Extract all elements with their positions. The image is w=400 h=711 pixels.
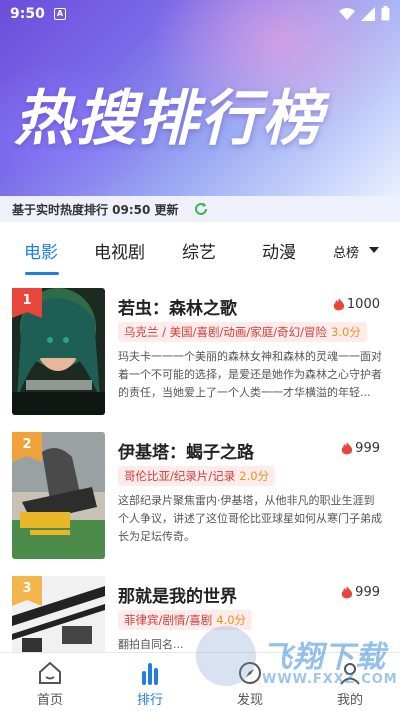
active-tab-indicator <box>25 272 59 275</box>
item-description: 翻拍自同名... <box>118 638 184 651</box>
flame-icon <box>341 585 353 598</box>
hero-title: 热搜排行榜 <box>14 84 324 154</box>
heat-count: 1000 <box>333 297 380 312</box>
heat-value: 1000 <box>346 297 380 312</box>
item-title[interactable]: 若虫：森林之歌 <box>118 294 237 319</box>
tags-text: 乌克兰 / 美国/喜剧/动画/家庭/奇幻/冒险 <box>124 325 328 339</box>
nav-profile[interactable]: 我的 <box>300 653 400 711</box>
compass-icon <box>239 662 261 684</box>
score: 3.0分 <box>331 325 361 339</box>
nav-home-label: 首页 <box>36 693 63 708</box>
category-tabs: 电影 电视剧 综艺 动漫 总榜 <box>0 222 400 275</box>
item-description: 这部纪录片聚焦雷内·伊基塔，从他非凡的职业生涯到个人争议，讲述了这位哥伦比亚球星… <box>118 494 382 543</box>
tab-movie[interactable]: 电影 <box>24 238 58 263</box>
wifi-icon <box>339 7 355 20</box>
item-title[interactable]: 伊基塔：蝎子之路 <box>118 438 254 463</box>
tags-text: 哥伦比亚/纪录片/记录 <box>124 469 236 483</box>
status-bar: 9:50 A <box>0 0 400 28</box>
status-time: 9:50 <box>10 6 45 22</box>
tags-badge: 乌克兰 / 美国/喜剧/动画/家庭/奇幻/冒险 3.0分 <box>118 322 367 342</box>
nav-ranking[interactable]: 排行 <box>100 653 200 711</box>
tags-badge: 菲律宾/剧情/喜剧 4.0分 <box>118 610 253 630</box>
tags-badge: 哥伦比亚/纪录片/记录 2.0分 <box>118 466 276 486</box>
signal-icon <box>361 6 375 21</box>
list-item[interactable]: 2 伊基塔：蝎子之路 999 哥伦比亚/纪录片/记录 2.0分 这部纪录片聚焦雷内… <box>0 432 400 572</box>
heat-count: 999 <box>341 441 380 456</box>
item-description: 玛夫卡一一一个美丽的森林女神和森林的灵魂一一面对着一个不可能的选择，是爱还是她作… <box>118 350 382 399</box>
caret-down-icon[interactable] <box>369 247 379 253</box>
heat-count: 999 <box>341 585 380 600</box>
nav-home[interactable]: 首页 <box>0 653 100 711</box>
tab-variety[interactable]: 综艺 <box>182 238 216 263</box>
bottom-nav: 首页 排行 发现 我的 <box>0 652 400 711</box>
list-item[interactable]: 3 那就是我的世界 999 菲律宾/剧情/喜剧 4.0分 翻拍自同名... <box>0 576 400 652</box>
ranking-sheet: 电影 电视剧 综艺 动漫 总榜 1 若虫：森林之歌 1000 乌克兰 / 美国/… <box>0 222 400 652</box>
heat-value: 999 <box>355 441 380 456</box>
score: 2.0分 <box>239 469 270 483</box>
home-icon <box>39 661 61 684</box>
hero-banner: 9:50 A 热搜排行榜 <box>0 0 400 196</box>
flame-icon <box>341 441 353 454</box>
flame-icon <box>333 297 345 310</box>
update-bar: 基于实时热度排行 09:50 更新 <box>0 196 400 222</box>
score: 4.0分 <box>216 613 247 627</box>
nav-discover[interactable]: 发现 <box>200 653 300 711</box>
nav-profile-label: 我的 <box>336 693 363 708</box>
nav-discover-label: 发现 <box>236 693 263 708</box>
battery-icon <box>381 6 390 21</box>
heat-value: 999 <box>355 585 380 600</box>
status-icons <box>339 6 390 21</box>
nav-ranking-label: 排行 <box>136 693 163 708</box>
notification-a-icon: A <box>54 8 66 20</box>
user-icon <box>340 663 360 685</box>
tags-text: 菲律宾/剧情/喜剧 <box>124 613 213 627</box>
total-dropdown[interactable]: 总榜 <box>333 242 359 261</box>
refresh-icon[interactable] <box>194 202 208 216</box>
list-item[interactable]: 1 若虫：森林之歌 1000 乌克兰 / 美国/喜剧/动画/家庭/奇幻/冒险 3.… <box>0 288 400 428</box>
tab-anime[interactable]: 动漫 <box>262 238 296 263</box>
ranking-bars-icon <box>142 663 158 685</box>
tab-tv-series[interactable]: 电视剧 <box>94 238 145 263</box>
item-title[interactable]: 那就是我的世界 <box>118 582 237 607</box>
update-text: 基于实时热度排行 09:50 更新 <box>12 203 179 217</box>
